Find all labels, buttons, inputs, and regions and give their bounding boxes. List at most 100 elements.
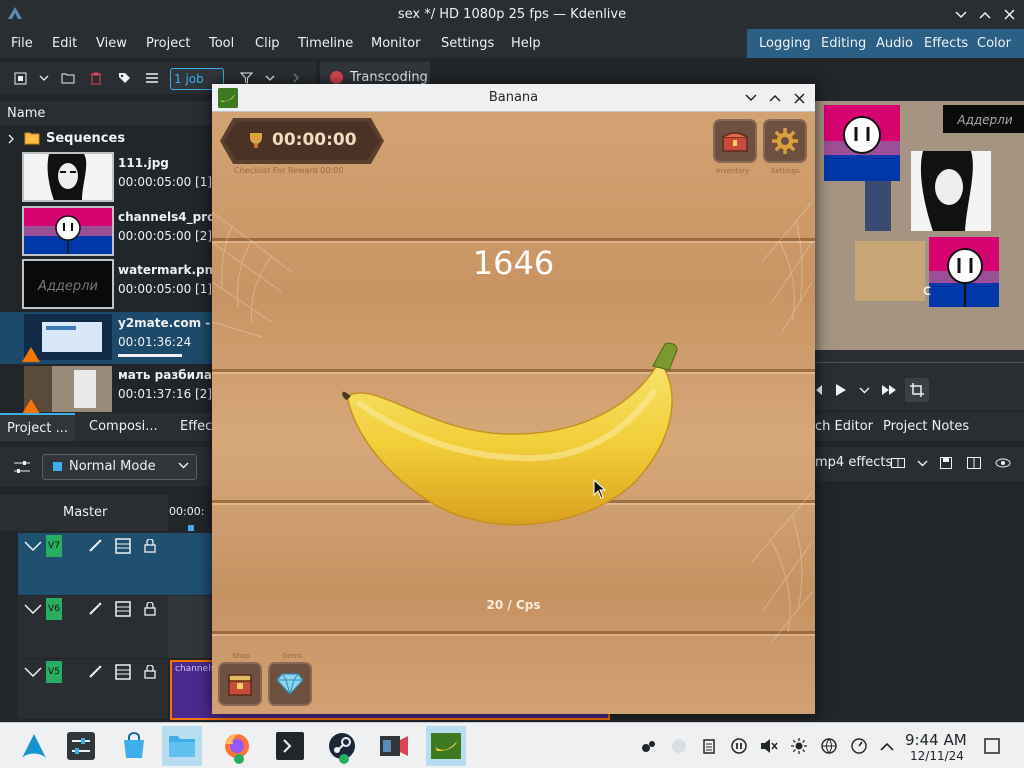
save-icon[interactable] bbox=[940, 457, 952, 469]
network-globe-icon[interactable] bbox=[820, 737, 838, 755]
layout-logging[interactable]: Logging bbox=[759, 29, 811, 58]
add-clip-icon[interactable] bbox=[10, 68, 30, 88]
sliders-icon[interactable] bbox=[14, 460, 30, 474]
banana-window[interactable]: Banana 00:00:00 Checklist For Reward 00:… bbox=[212, 84, 815, 714]
clipboard-icon[interactable] bbox=[700, 737, 718, 755]
effect-wand-icon[interactable] bbox=[86, 663, 104, 681]
taskbar-kdenlive[interactable] bbox=[374, 726, 414, 766]
bin-clip-111[interactable]: 111.jpg 00:00:05:00 [1] bbox=[0, 152, 212, 204]
menu-icon[interactable] bbox=[142, 68, 162, 88]
layout-color[interactable]: Color bbox=[977, 29, 1011, 58]
chevron-right-icon[interactable] bbox=[8, 134, 14, 144]
menu-file[interactable]: File bbox=[11, 29, 33, 58]
folder-icon[interactable] bbox=[58, 68, 78, 88]
tab-subtitle-editor[interactable]: ch Editor bbox=[815, 419, 873, 434]
shop-button[interactable] bbox=[218, 662, 262, 706]
chevron-up-icon[interactable] bbox=[878, 737, 896, 755]
tab-compositions[interactable]: Composi... bbox=[82, 413, 165, 441]
banana-close-button[interactable] bbox=[789, 88, 809, 108]
track-header-v7[interactable]: V7 bbox=[18, 533, 168, 595]
clock-date[interactable]: 12/11/24 bbox=[910, 749, 964, 763]
timeline-ruler[interactable]: 00:00: bbox=[168, 495, 212, 531]
layout-effects[interactable]: Effects bbox=[924, 29, 968, 58]
lock-icon[interactable] bbox=[141, 600, 159, 618]
lock-icon[interactable] bbox=[141, 537, 159, 555]
menu-edit[interactable]: Edit bbox=[52, 29, 77, 58]
trash-icon[interactable] bbox=[86, 68, 106, 88]
menu-tool[interactable]: Tool bbox=[209, 29, 234, 58]
clip-monitor[interactable]: Аддерли c bbox=[815, 101, 1024, 350]
menu-timeline[interactable]: Timeline bbox=[298, 29, 353, 58]
layout-audio[interactable]: Audio bbox=[876, 29, 913, 58]
status-circle-icon[interactable] bbox=[670, 737, 688, 755]
bin-clip-y2mate[interactable]: y2mate.com - 00:01:36:24 bbox=[0, 312, 212, 364]
film-icon[interactable] bbox=[114, 663, 132, 681]
compare-icon[interactable] bbox=[891, 458, 905, 468]
tab-project-notes[interactable]: Project Notes bbox=[883, 419, 969, 434]
play-icon[interactable] bbox=[835, 383, 847, 397]
split-view-icon[interactable] bbox=[967, 457, 981, 469]
menu-view[interactable]: View bbox=[96, 29, 127, 58]
chevron-down-icon[interactable] bbox=[917, 460, 928, 467]
banana-click-target[interactable] bbox=[337, 340, 687, 540]
play-backward-icon[interactable] bbox=[815, 384, 823, 396]
settings-button[interactable] bbox=[763, 119, 807, 163]
close-button[interactable] bbox=[997, 0, 1021, 29]
gems-button[interactable] bbox=[268, 662, 312, 706]
bin-column-header[interactable]: Name bbox=[0, 101, 212, 127]
clock-time[interactable]: 9:44 AM bbox=[905, 731, 967, 749]
maximize-button[interactable] bbox=[973, 0, 997, 29]
film-icon[interactable] bbox=[114, 537, 132, 555]
taskbar-system-settings[interactable] bbox=[61, 726, 101, 766]
menu-help[interactable]: Help bbox=[511, 29, 541, 58]
minimize-button[interactable] bbox=[949, 0, 973, 29]
playhead-marker[interactable] bbox=[188, 525, 194, 531]
taskbar-banana[interactable] bbox=[426, 726, 466, 766]
banana-minimize-button[interactable] bbox=[741, 88, 761, 108]
app-launcher-button[interactable] bbox=[14, 726, 54, 766]
crop-button[interactable] bbox=[905, 378, 929, 402]
bin-clip-watermark[interactable]: Аддерли watermark.pn 00:00:05:00 [1] bbox=[0, 259, 213, 311]
banana-titlebar[interactable]: Banana bbox=[212, 84, 815, 112]
menu-monitor[interactable]: Monitor bbox=[371, 29, 420, 58]
gauge-icon[interactable] bbox=[850, 737, 868, 755]
chevron-down-icon[interactable] bbox=[34, 68, 54, 88]
tab-project-bin[interactable]: Project ... bbox=[0, 413, 76, 441]
film-icon[interactable] bbox=[114, 600, 132, 618]
edit-mode-combo[interactable]: Normal Mode bbox=[42, 454, 197, 480]
tag-icon[interactable] bbox=[114, 68, 134, 88]
menu-settings[interactable]: Settings bbox=[441, 29, 494, 58]
inventory-button[interactable] bbox=[713, 119, 757, 163]
bin-clip-mat[interactable]: мать разбила 00:01:37:16 [2] bbox=[0, 364, 212, 416]
menu-clip[interactable]: Clip bbox=[255, 29, 280, 58]
master-track-header[interactable]: Master bbox=[0, 495, 168, 531]
fast-forward-icon[interactable] bbox=[881, 384, 897, 396]
track-header-v5[interactable]: V5 bbox=[18, 659, 168, 719]
menu-project[interactable]: Project bbox=[146, 29, 190, 58]
lock-icon[interactable] bbox=[141, 663, 159, 681]
brightness-icon[interactable] bbox=[790, 737, 808, 755]
chevron-down-icon[interactable] bbox=[24, 665, 42, 681]
chevron-down-icon[interactable] bbox=[24, 602, 42, 618]
gamepad-icon[interactable] bbox=[640, 737, 658, 755]
chevron-down-icon[interactable] bbox=[24, 539, 42, 555]
layout-editing[interactable]: Editing bbox=[821, 29, 866, 58]
kdenlive-app-icon[interactable] bbox=[6, 5, 24, 23]
volume-muted-icon[interactable] bbox=[760, 737, 778, 755]
taskbar-discover[interactable] bbox=[114, 726, 154, 766]
track-lane-v6[interactable] bbox=[168, 596, 212, 658]
folder-sequences[interactable]: Sequences bbox=[0, 128, 212, 150]
chevron-down-icon[interactable] bbox=[859, 387, 870, 394]
taskbar-firefox[interactable] bbox=[217, 726, 257, 766]
track-header-v6[interactable]: V6 bbox=[18, 596, 168, 658]
effect-wand-icon[interactable] bbox=[86, 600, 104, 618]
pause-circle-icon[interactable] bbox=[730, 737, 748, 755]
taskbar-dolphin[interactable] bbox=[162, 726, 202, 766]
eye-icon[interactable] bbox=[995, 458, 1011, 468]
effect-wand-icon[interactable] bbox=[86, 537, 104, 555]
taskbar-konsole[interactable] bbox=[270, 726, 310, 766]
monitor-scrubber[interactable] bbox=[815, 362, 1024, 363]
banana-maximize-button[interactable] bbox=[765, 88, 785, 108]
taskbar-steam[interactable] bbox=[322, 726, 362, 766]
show-desktop-icon[interactable] bbox=[983, 737, 1001, 755]
